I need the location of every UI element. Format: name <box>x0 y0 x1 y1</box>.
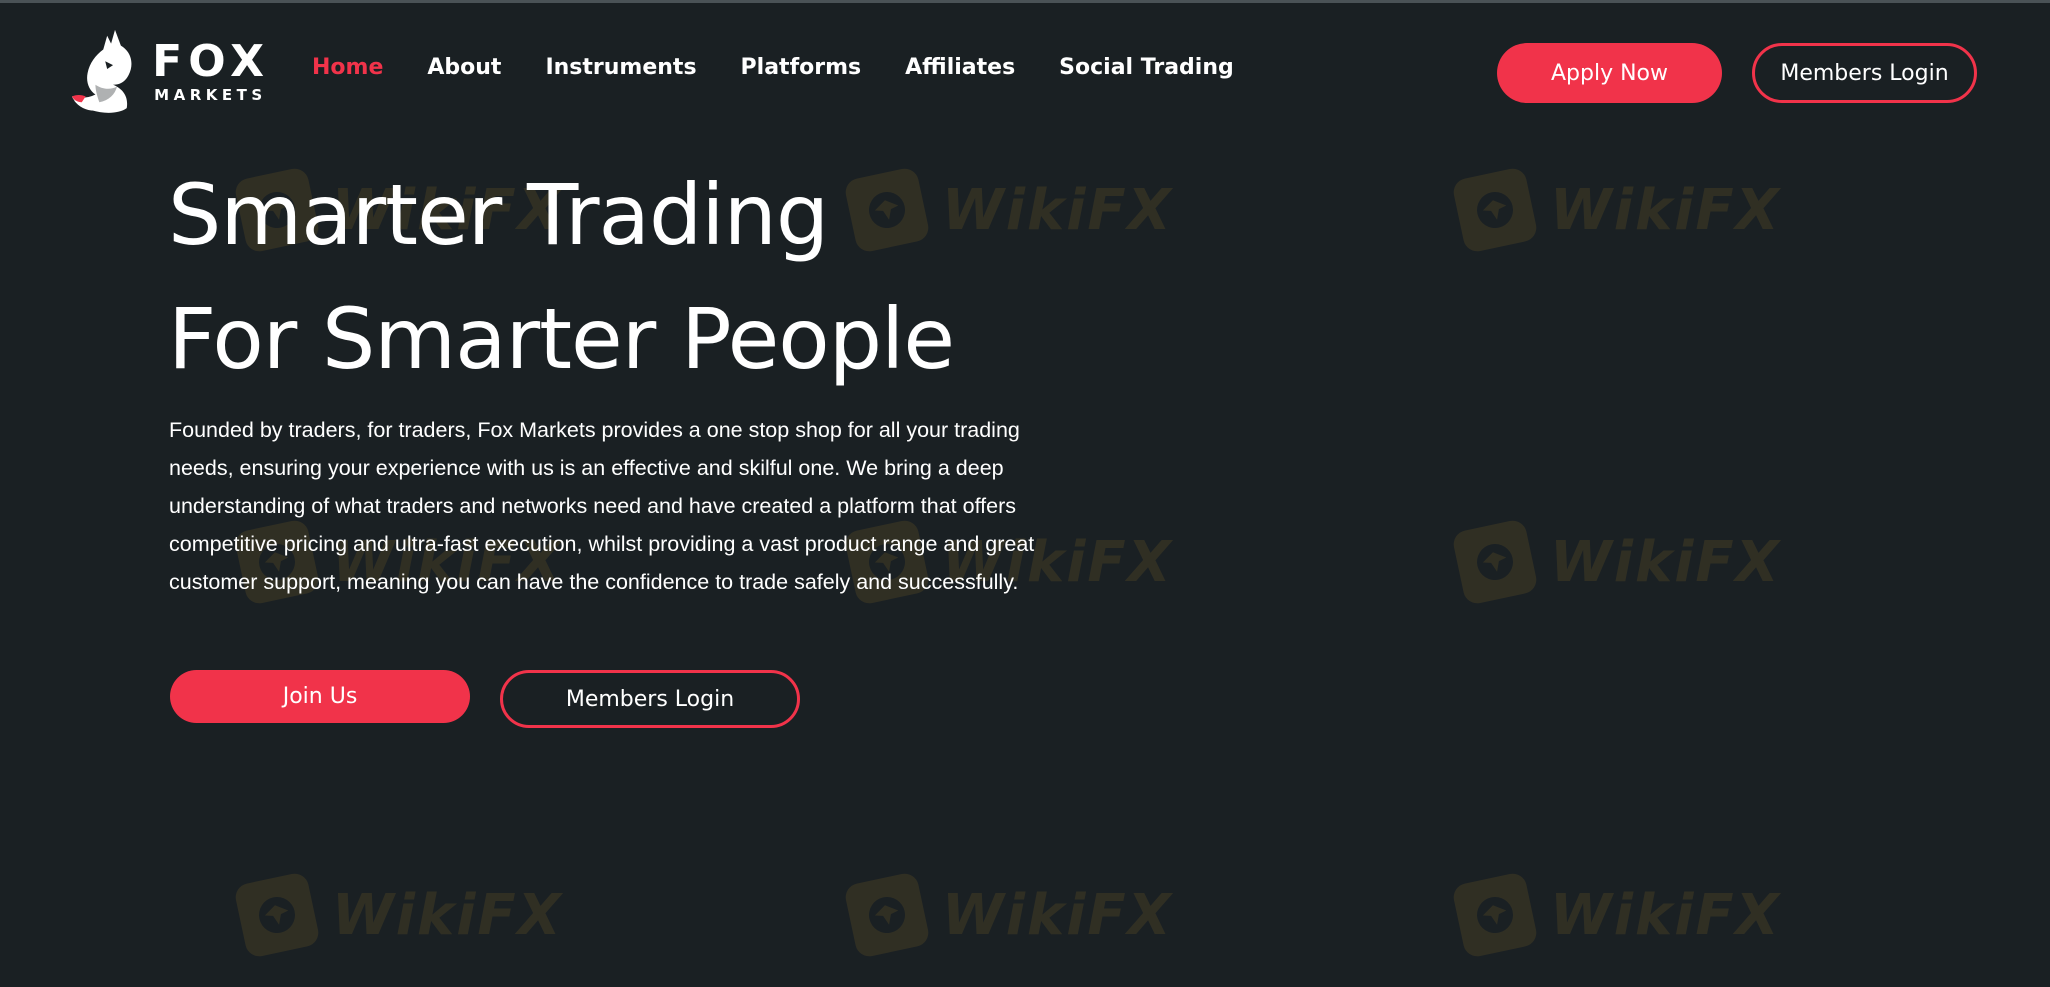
join-us-button[interactable]: Join Us <box>170 670 470 723</box>
watermark-text: WikiFX <box>332 882 563 948</box>
logo-wordmark: FOX MARKETS <box>152 35 270 104</box>
nav-item-platforms[interactable]: Platforms <box>741 55 862 80</box>
hero-members-login-button[interactable]: Members Login <box>500 670 800 728</box>
fox-logo-icon <box>71 29 132 113</box>
watermark: WikiFX <box>843 871 1173 959</box>
nav-item-instruments[interactable]: Instruments <box>545 55 696 80</box>
nav-item-social-trading[interactable]: Social Trading <box>1059 55 1234 80</box>
logo-text-markets: MARKETS <box>154 85 267 104</box>
watermark-text: WikiFX <box>1550 529 1781 595</box>
page: WikiFX WikiFX WikiFX WikiFX WikiFX WikiF… <box>0 0 2050 987</box>
wikifx-eagle-icon <box>843 871 931 959</box>
watermark: WikiFX <box>1451 166 1781 254</box>
site-header: FOX MARKETS Home About Instruments Platf… <box>0 3 2050 143</box>
apply-now-button[interactable]: Apply Now <box>1497 43 1722 103</box>
main-nav: Home About Instruments Platforms Affilia… <box>312 55 1234 80</box>
watermark: WikiFX <box>1451 871 1781 959</box>
wikifx-eagle-icon <box>233 871 321 959</box>
nav-item-affiliates[interactable]: Affiliates <box>905 55 1015 80</box>
watermark: WikiFX <box>1451 518 1781 606</box>
nav-item-home[interactable]: Home <box>312 55 383 80</box>
members-login-button[interactable]: Members Login <box>1752 43 1977 103</box>
wikifx-eagle-icon <box>1451 871 1539 959</box>
hero-description: Founded by traders, for traders, Fox Mar… <box>169 418 1035 594</box>
wikifx-eagle-icon <box>1451 518 1539 606</box>
wikifx-eagle-icon <box>1451 166 1539 254</box>
brand-logo[interactable]: FOX MARKETS <box>70 25 270 117</box>
hero-title-line-1: Smarter Trading <box>168 166 829 264</box>
hero-title: Smarter Trading For Smarter People <box>168 153 1068 401</box>
hero-title-line-2: For Smarter People <box>168 290 955 388</box>
logo-text-fox: FOX <box>152 35 270 87</box>
watermark-text: WikiFX <box>942 882 1173 948</box>
watermark: WikiFX <box>233 871 563 959</box>
nav-item-about[interactable]: About <box>427 55 501 80</box>
watermark-text: WikiFX <box>1550 882 1781 948</box>
watermark-text: WikiFX <box>1550 177 1781 243</box>
